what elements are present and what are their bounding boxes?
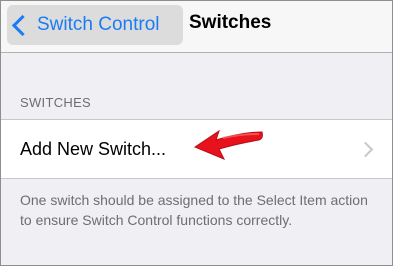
navigation-bar: Switch Control Switches (1, 1, 392, 53)
back-button-label: Switch Control (37, 14, 160, 35)
add-new-switch-label: Add New Switch... (20, 139, 167, 159)
chevron-right-icon (357, 141, 374, 158)
chevron-left-icon (9, 5, 31, 45)
red-arrow-icon (193, 129, 263, 160)
section-header: SWITCHES (20, 95, 92, 110)
settings-screen: Switch Control Switches SWITCHES Add New… (0, 0, 393, 266)
back-button[interactable]: Switch Control (9, 5, 160, 45)
page-title: Switches (189, 12, 272, 33)
section-footer: One switch should be assigned to the Sel… (20, 192, 368, 228)
